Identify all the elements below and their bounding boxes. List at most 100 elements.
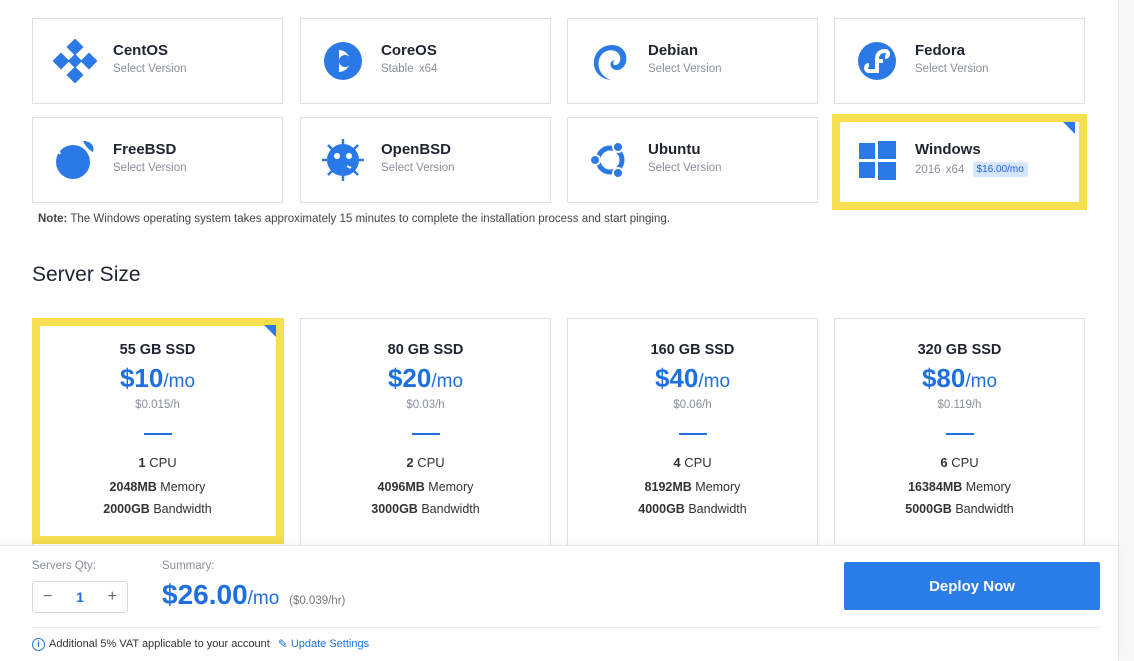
os-version-number: 2016 [915, 164, 941, 176]
os-option-windows[interactable]: Windows 2016 x64 $16.00/mo [834, 117, 1085, 203]
plan-storage: 320 GB SSD [917, 342, 1002, 358]
plan-cpu-unit: CPU [417, 455, 445, 470]
os-name: FreeBSD [113, 141, 177, 158]
os-option-openbsd[interactable]: OpenBSD Select Version [300, 117, 551, 203]
info-icon: i [32, 637, 45, 651]
plan-storage: 55 GB SSD [119, 342, 196, 358]
os-name: Debian [648, 42, 699, 59]
plan-cpu: 1 CPU [33, 455, 282, 470]
note-label: Note: [38, 213, 68, 225]
plan-price-amount: $20 [387, 363, 432, 393]
selected-corner-marker [1063, 122, 1075, 134]
plan-bandwidth-amount: 5000GB [905, 502, 952, 516]
windows-install-note: Note: The Windows operating system takes… [38, 213, 670, 225]
vat-notice: i Additional 5% VAT applicable to your a… [32, 637, 369, 651]
plan-memory-label: Memory [160, 480, 206, 494]
plan-card-160gb[interactable]: 160 GB SSD $40/mo $0.06/h 4 CPU 8192MB M… [567, 318, 818, 546]
plan-price: $80/mo [835, 363, 1084, 394]
qty-decrement-button[interactable]: − [43, 588, 52, 606]
os-price-badge: $16.00/mo [972, 162, 1028, 177]
coreos-icon [324, 42, 362, 80]
plan-price: $20/mo [301, 363, 550, 394]
windows-icon [859, 141, 896, 180]
plan-card-55gb[interactable]: 55 GB SSD $10/mo $0.015/h 1 CPU 2048MB M… [32, 318, 283, 546]
plan-divider [411, 433, 440, 435]
pencil-icon[interactable]: ✎ [278, 637, 288, 651]
plan-bandwidth: 4000GB Bandwidth [568, 502, 817, 516]
plan-cpu-unit: CPU [951, 455, 979, 470]
qty-increment-button[interactable]: + [108, 588, 117, 606]
scrollbar[interactable] [1118, 0, 1134, 661]
os-option-ubuntu[interactable]: Ubuntu Select Version [567, 117, 818, 203]
os-option-coreos[interactable]: CoreOS Stable x64 [300, 18, 551, 104]
os-name: OpenBSD [381, 141, 452, 158]
order-footer: Servers Qty: − 1 + Summary: $26.00/mo ($… [0, 545, 1118, 661]
os-version: Select Version [113, 162, 187, 174]
plan-bandwidth-amount: 3000GB [371, 502, 418, 516]
os-version: 2016 x64 $16.00/mo [915, 162, 1030, 177]
plan-price-period: /mo [698, 371, 731, 392]
plan-cpu-count: 4 [673, 455, 681, 470]
debian-icon [593, 45, 627, 80]
os-name: CoreOS [381, 42, 437, 59]
plan-cpu: 4 CPU [568, 455, 817, 470]
plan-cpu: 6 CPU [835, 455, 1084, 470]
plan-price-period: /mo [965, 371, 998, 392]
plan-memory-label: Memory [428, 480, 474, 494]
plan-cpu-count: 6 [940, 455, 948, 470]
plan-memory-label: Memory [695, 480, 741, 494]
openbsd-icon [322, 139, 364, 181]
summary-price: $26.00/mo ($0.039/hr) [162, 579, 345, 611]
plan-bandwidth-label: Bandwidth [955, 502, 1014, 516]
plan-memory: 16384MB Memory [835, 480, 1084, 494]
os-arch: x64 [418, 63, 438, 75]
plan-cpu-count: 2 [406, 455, 414, 470]
plan-card-80gb[interactable]: 80 GB SSD $20/mo $0.03/h 2 CPU 4096MB Me… [300, 318, 551, 546]
plan-cpu-unit: CPU [684, 455, 712, 470]
os-option-freebsd[interactable]: FreeBSD Select Version [32, 117, 283, 203]
update-settings-link[interactable]: Update Settings [291, 638, 369, 650]
ubuntu-icon [589, 141, 625, 179]
plan-memory-amount: 8192MB [644, 480, 692, 494]
summary-amount: $26.00 [162, 579, 248, 610]
plan-hourly: $0.06/h [673, 399, 712, 411]
os-option-fedora[interactable]: Fedora Select Version [834, 18, 1085, 104]
plan-bandwidth: 5000GB Bandwidth [835, 502, 1084, 516]
plan-memory: 2048MB Memory [33, 480, 282, 494]
summary-period: /mo [247, 588, 280, 609]
plan-bandwidth: 3000GB Bandwidth [301, 502, 550, 516]
plan-memory-amount: 4096MB [377, 480, 425, 494]
plan-memory-amount: 2048MB [109, 480, 157, 494]
plan-card-320gb[interactable]: 320 GB SSD $80/mo $0.119/h 6 CPU 16384MB… [834, 318, 1085, 546]
plan-hourly: $0.03/h [406, 399, 445, 411]
fedora-icon [858, 42, 896, 80]
freebsd-icon [56, 141, 94, 179]
plan-price-period: /mo [163, 371, 196, 392]
qty-value[interactable]: 1 [76, 589, 84, 605]
plan-bandwidth-label: Bandwidth [421, 502, 480, 516]
quantity-stepper[interactable]: − 1 + [32, 581, 128, 613]
plan-bandwidth-amount: 2000GB [103, 502, 150, 516]
os-name: Ubuntu [648, 141, 701, 158]
plan-price-amount: $40 [654, 363, 699, 393]
server-size-title: Server Size [32, 263, 141, 286]
plan-price: $10/mo [33, 363, 282, 394]
footer-divider [32, 627, 1100, 628]
os-version: Stable x64 [381, 63, 439, 75]
os-version: Select Version [915, 63, 989, 75]
selected-corner-marker [264, 325, 276, 337]
deploy-now-button[interactable]: Deploy Now [844, 562, 1100, 610]
plan-bandwidth-amount: 4000GB [638, 502, 685, 516]
plan-storage: 80 GB SSD [387, 342, 464, 358]
os-name: Windows [915, 141, 981, 158]
plan-storage: 160 GB SSD [650, 342, 735, 358]
plan-divider [945, 433, 974, 435]
plan-cpu-count: 1 [138, 455, 146, 470]
plan-bandwidth-label: Bandwidth [688, 502, 747, 516]
os-option-debian[interactable]: Debian Select Version [567, 18, 818, 104]
os-version: Select Version [648, 162, 722, 174]
plan-divider [678, 433, 707, 435]
os-version: Select Version [648, 63, 722, 75]
os-option-centos[interactable]: CentOS Select Version [32, 18, 283, 104]
os-version: Select Version [381, 162, 455, 174]
